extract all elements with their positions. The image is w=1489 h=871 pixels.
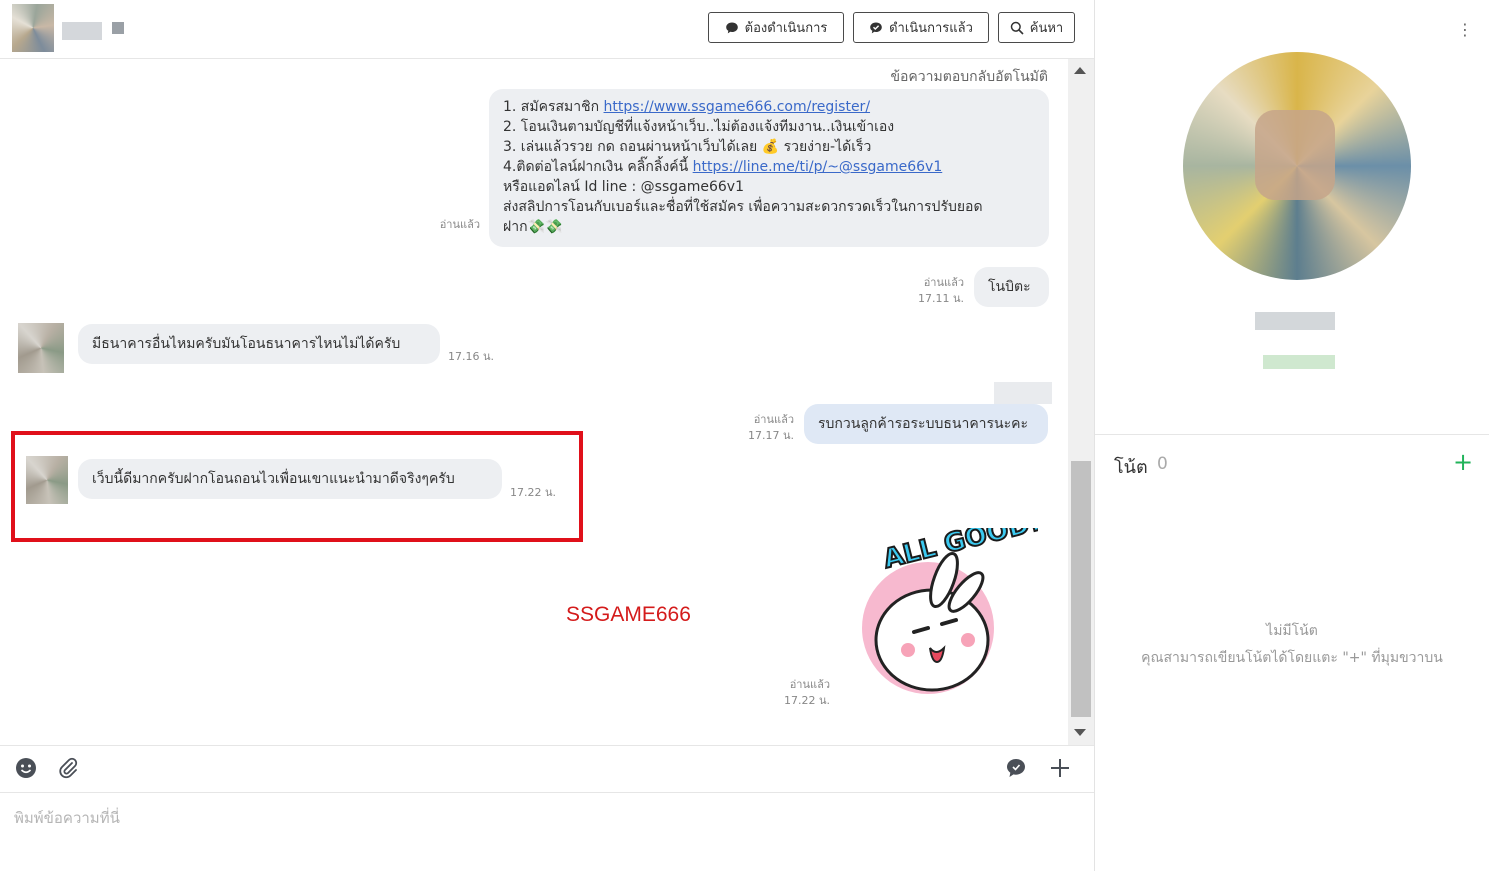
auto-reply-label: ข้อความตอบกลับอัตโนมัติ: [890, 69, 1048, 85]
scrollbar[interactable]: [1068, 59, 1094, 745]
emoji-icon[interactable]: [14, 756, 38, 780]
add-note-button[interactable]: +: [1453, 450, 1473, 474]
scroll-up-arrow-icon[interactable]: [1074, 67, 1086, 74]
add-icon[interactable]: [1046, 754, 1074, 782]
read-status: อ่านแล้ว: [753, 413, 794, 426]
message-time: 17.17 น.: [747, 429, 794, 442]
profile-name-blurred: [1255, 312, 1335, 330]
message-text: รบกวนลูกค้ารอระบบธนาคารนะคะ: [818, 416, 1029, 432]
sticker-all-good[interactable]: ALL GOOD!: [856, 528, 1038, 704]
compose-toolbar: [0, 745, 1094, 793]
notes-empty-title: ไม่มีโน้ต: [1266, 623, 1318, 639]
read-status: อ่านแล้ว: [439, 218, 480, 231]
todo-button[interactable]: ต้องดำเนินการ: [708, 12, 844, 43]
profile-picture-detail: [1255, 110, 1335, 200]
auto-reply-line-4: 4.ติดต่อไลน์ฝากเงิน คลิ๊กลิ้งค์นี้ https…: [503, 157, 1035, 177]
message-list[interactable]: ข้อความตอบกลับอัตโนมัติ อ่านแล้ว 1. สมัค…: [0, 59, 1068, 745]
attachment-icon[interactable]: [56, 756, 80, 780]
blurred-sender-label: [994, 382, 1052, 404]
highlight-box: [11, 431, 583, 542]
auto-reply-line-7: ฝาก💸💸: [503, 219, 563, 235]
message-time: 17.22 น.: [783, 694, 830, 707]
contact-name-blurred: [62, 22, 102, 40]
sticker-text: ALL GOOD!: [880, 528, 1038, 575]
line-add-link[interactable]: https://line.me/ti/p/~@ssgame66v1: [693, 159, 943, 175]
auto-reply-line-4-text: 4.ติดต่อไลน์ฝากเงิน คลิ๊กลิ้งค์นี้: [503, 159, 693, 175]
auto-reply-line-3: 3. เล่นแล้วรวย กด ถอนผ่านหน้าเว็บได้เลย …: [503, 139, 872, 155]
notes-empty-hint: คุณสามารถเขียนโน้ตได้โดยแตะ "+" ที่มุมขว…: [1141, 650, 1443, 666]
chat-panel: ต้องดำเนินการ ดำเนินการแล้ว ค้นหา ข้อควา…: [0, 0, 1095, 871]
notes-count: 0: [1157, 454, 1168, 474]
message-input[interactable]: [12, 802, 1076, 834]
register-link[interactable]: https://www.ssgame666.com/register/: [604, 99, 871, 115]
chat-check-icon: [870, 22, 882, 33]
notes-title: โน้ต: [1114, 457, 1148, 478]
quick-reply-icon[interactable]: [1004, 756, 1028, 780]
auto-reply-line-1: 1. สมัครสมาชิก https://www.ssgame666.com…: [503, 97, 1035, 117]
auto-reply-line-1-text: 1. สมัครสมาชิก: [503, 99, 604, 115]
customer-avatar[interactable]: [18, 323, 64, 373]
contact-status-blurred: [112, 22, 124, 34]
auto-reply-line-6: ส่งสลิปการโอนกับเบอร์และชื่อที่ใช้สมัคร …: [503, 199, 983, 215]
scroll-down-arrow-icon[interactable]: [1074, 729, 1086, 736]
profile-sidebar: ⋮ โน้ต 0 + ไม่มีโน้ต คุณสามารถเขียนโน้ตไ…: [1095, 0, 1489, 871]
chat-header: ต้องดำเนินการ ดำเนินการแล้ว ค้นหา: [0, 0, 1094, 59]
more-options-icon[interactable]: ⋮: [1457, 20, 1473, 39]
read-status: อ่านแล้ว: [789, 678, 830, 691]
message-text: มีธนาคารอื่นไหมครับมันโอนธนาคารไหนไม่ได้…: [92, 336, 401, 352]
outgoing-message: รบกวนลูกค้ารอระบบธนาคารนะคะ: [804, 404, 1048, 444]
outgoing-message: โนบิตะ: [974, 267, 1049, 307]
incoming-message: มีธนาคารอื่นไหมครับมันโอนธนาคารไหนไม่ได้…: [78, 324, 440, 364]
auto-reply-bubble: 1. สมัครสมาชิก https://www.ssgame666.com…: [489, 89, 1049, 247]
search-button-label: ค้นหา: [1029, 21, 1064, 36]
scrollbar-thumb[interactable]: [1071, 461, 1091, 717]
contact-avatar[interactable]: [12, 4, 54, 52]
auto-reply-line-5: หรือแอดไลน์ Id line : @ssgame66v1: [503, 179, 744, 195]
message-text: โนบิตะ: [988, 279, 1031, 295]
message-time: 17.11 น.: [917, 292, 964, 305]
chat-bubble-icon: [725, 22, 738, 33]
message-time: 17.16 น.: [448, 350, 495, 363]
profile-status-blurred: [1263, 355, 1335, 369]
search-icon: [1010, 21, 1024, 35]
done-button-label: ดำเนินการแล้ว: [889, 21, 973, 36]
done-button[interactable]: ดำเนินการแล้ว: [853, 12, 989, 43]
search-button[interactable]: ค้นหา: [998, 12, 1075, 43]
auto-reply-line-2: 2. โอนเงินตามบัญชีที่แจ้งหน้าเว็บ..ไม่ต้…: [503, 119, 895, 135]
divider: [1095, 434, 1489, 435]
watermark: SSGAME666: [566, 603, 691, 626]
read-status: อ่านแล้ว: [923, 276, 964, 289]
todo-button-label: ต้องดำเนินการ: [744, 21, 828, 36]
